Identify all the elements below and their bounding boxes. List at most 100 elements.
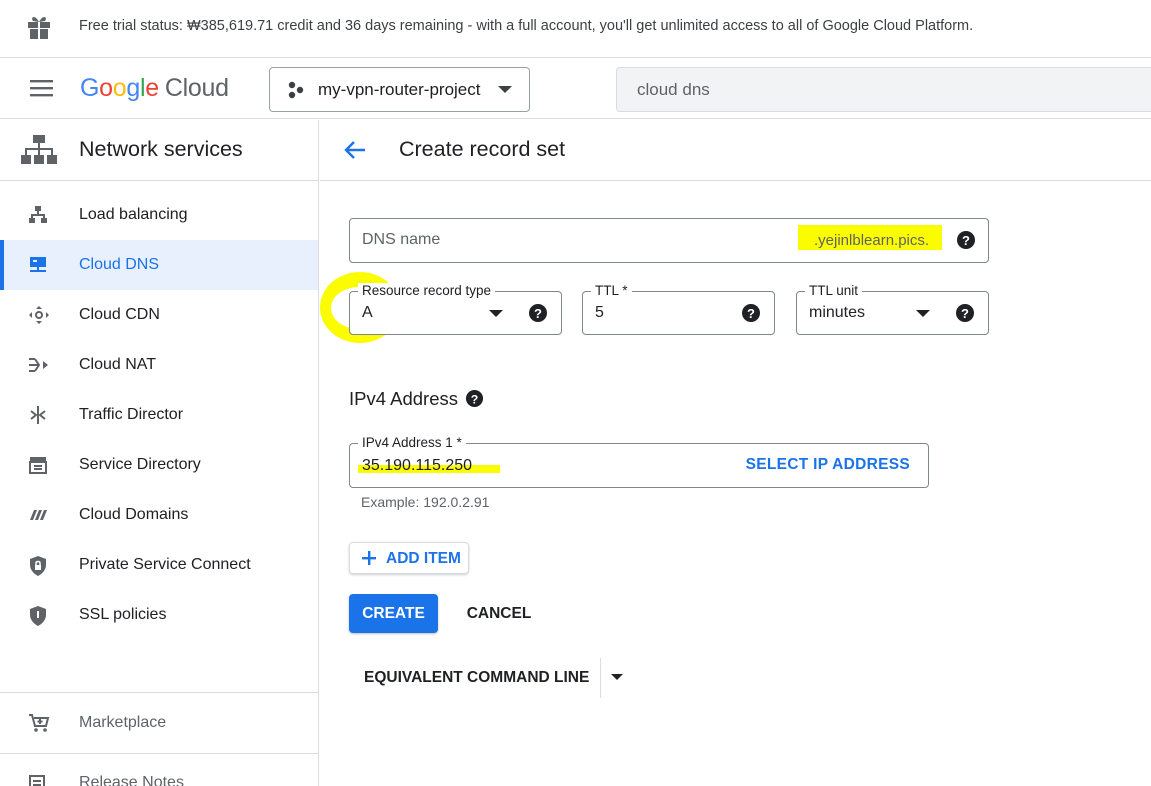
sidebar-item-label: SSL policies: [79, 606, 167, 623]
google-cloud-logo[interactable]: Google Cloud: [80, 74, 229, 103]
logo-letter: e: [145, 74, 159, 102]
add-item-label: ADD ITEM: [386, 550, 461, 567]
ipv4-address-value: 35.190.115.250: [362, 457, 473, 474]
sidebar-item-load-balancing[interactable]: Load balancing: [0, 190, 318, 240]
cloud-nat-icon: [28, 355, 50, 375]
ttl-field[interactable]: TTL * 5 ?: [582, 283, 775, 335]
chevron-down-icon: [916, 310, 930, 318]
svg-text:?: ?: [534, 306, 542, 321]
traffic-director-icon: [28, 405, 48, 425]
equivalent-command-line-button[interactable]: EQUIVALENT COMMAND LINE: [349, 658, 629, 698]
service-directory-icon: [28, 455, 48, 475]
chevron-down-icon: [489, 310, 503, 318]
sidebar-divider: [0, 692, 318, 693]
sidebar-item-label: Private Service Connect: [79, 556, 251, 573]
ipv4-address-label: IPv4 Address 1 *: [358, 435, 466, 450]
trial-status-text: Free trial status: ₩385,619.71 credit an…: [79, 18, 974, 34]
chevron-down-icon: [497, 85, 513, 95]
sidebar-item-label: Cloud Domains: [79, 506, 189, 523]
project-icon: [287, 81, 305, 99]
project-name: my-vpn-router-project: [318, 80, 481, 99]
sidebar-item-cloud-domains[interactable]: Cloud Domains: [0, 490, 318, 540]
sidebar-item-label: Cloud DNS: [79, 256, 160, 273]
sidebar-item-service-directory[interactable]: Service Directory: [0, 440, 318, 490]
main-content: Create record set DNS name .yejinlblearn…: [320, 120, 1151, 786]
dns-name-field[interactable]: DNS name .yejinlblearn.pics. ?: [349, 218, 989, 263]
sidebar-item-cloud-nat[interactable]: Cloud NAT: [0, 340, 318, 390]
logo-letter: o: [99, 74, 113, 102]
equivalent-command-line-label: EQUIVALENT COMMAND LINE: [364, 669, 590, 686]
svg-text:?: ?: [962, 233, 970, 248]
sidebar-item-ssl-policies[interactable]: SSL policies: [0, 590, 318, 640]
search-value: cloud dns: [637, 80, 710, 99]
sidebar-item-label: Cloud NAT: [79, 356, 157, 373]
ipv4-address-field[interactable]: IPv4 Address 1 * 35.190.115.250 SELECT I…: [349, 435, 929, 488]
sidebar-title: Network services: [79, 137, 243, 161]
svg-text:?: ?: [961, 306, 969, 321]
dns-name-placeholder: DNS name: [362, 231, 441, 248]
shield-icon: [28, 605, 48, 627]
help-icon[interactable]: ?: [528, 303, 548, 323]
release-notes-icon: [28, 773, 48, 786]
cloud-cdn-icon: [28, 305, 50, 325]
ttl-unit-label: TTL unit: [805, 283, 863, 298]
logo-product-name: Cloud: [164, 74, 229, 102]
sidebar-item-label: Cloud CDN: [79, 306, 160, 323]
ipv4-section-title: IPv4 Address: [349, 388, 459, 409]
help-icon[interactable]: ?: [955, 303, 975, 323]
ttl-unit-value: minutes: [809, 304, 866, 321]
sidebar-item-traffic-director[interactable]: Traffic Director: [0, 390, 318, 440]
sidebar-item-label: Service Directory: [79, 456, 201, 473]
sidebar-item-private-service-connect[interactable]: Private Service Connect: [0, 540, 318, 590]
sidebar: Network services Load balancing Cloud DN…: [0, 120, 319, 786]
sidebar-item-label: Traffic Director: [79, 406, 184, 423]
sidebar-item-cloud-dns[interactable]: Cloud DNS: [0, 240, 318, 290]
page-title: Create record set: [399, 137, 566, 161]
ttl-unit-select[interactable]: TTL unit minutes ?: [796, 283, 989, 335]
sidebar-item-release-notes[interactable]: Release Notes: [0, 758, 318, 786]
help-icon[interactable]: ?: [956, 230, 976, 250]
logo-letter: o: [112, 74, 127, 102]
search-input[interactable]: cloud dns: [616, 67, 1151, 112]
ttl-label: TTL *: [591, 283, 632, 298]
page-header: Create record set: [320, 120, 1151, 181]
help-icon[interactable]: ?: [465, 389, 484, 408]
svg-text:?: ?: [471, 392, 479, 406]
svg-text:?: ?: [747, 306, 755, 321]
sidebar-item-label: Release Notes: [79, 774, 184, 786]
cart-icon: [28, 713, 50, 733]
plus-icon: [361, 550, 377, 566]
trial-banner: Free trial status: ₩385,619.71 credit an…: [0, 0, 1151, 58]
shield-lock-icon: [28, 555, 48, 577]
add-item-button[interactable]: ADD ITEM: [349, 542, 469, 574]
top-header: Google Cloud my-vpn-router-project cloud …: [0, 59, 1151, 119]
sidebar-item-cloud-cdn[interactable]: Cloud CDN: [0, 290, 318, 340]
logo-letter: g: [126, 74, 140, 102]
project-picker[interactable]: my-vpn-router-project: [269, 67, 530, 112]
sidebar-item-label: Load balancing: [79, 206, 188, 223]
chevron-down-icon[interactable]: [611, 674, 623, 681]
sidebar-item-label: Marketplace: [79, 714, 167, 731]
network-services-icon: [21, 135, 57, 165]
menu-icon[interactable]: [30, 78, 54, 98]
select-ip-address-button[interactable]: SELECT IP ADDRESS: [746, 456, 910, 474]
button-separator: [600, 658, 601, 698]
help-icon[interactable]: ?: [741, 303, 761, 323]
record-type-value: A: [362, 304, 373, 321]
cancel-button[interactable]: CANCEL: [456, 594, 542, 633]
sidebar-divider: [0, 753, 318, 754]
cloud-domains-icon: [28, 505, 48, 525]
record-type-label: Resource record type: [358, 283, 496, 298]
gift-icon: [27, 14, 51, 40]
logo-letter: G: [80, 74, 100, 102]
ttl-value: 5: [595, 304, 604, 321]
load-balancing-icon: [28, 205, 48, 225]
dns-suffix: .yejinlblearn.pics.: [814, 232, 930, 249]
sidebar-item-marketplace[interactable]: Marketplace: [0, 698, 318, 748]
ipv4-hint: Example: 192.0.2.91: [361, 494, 490, 510]
create-button[interactable]: CREATE: [349, 594, 438, 633]
record-type-select[interactable]: Resource record type A ?: [349, 283, 562, 335]
sidebar-header: Network services: [0, 120, 318, 181]
cloud-dns-icon: [28, 255, 48, 275]
back-arrow-icon[interactable]: [343, 139, 367, 161]
